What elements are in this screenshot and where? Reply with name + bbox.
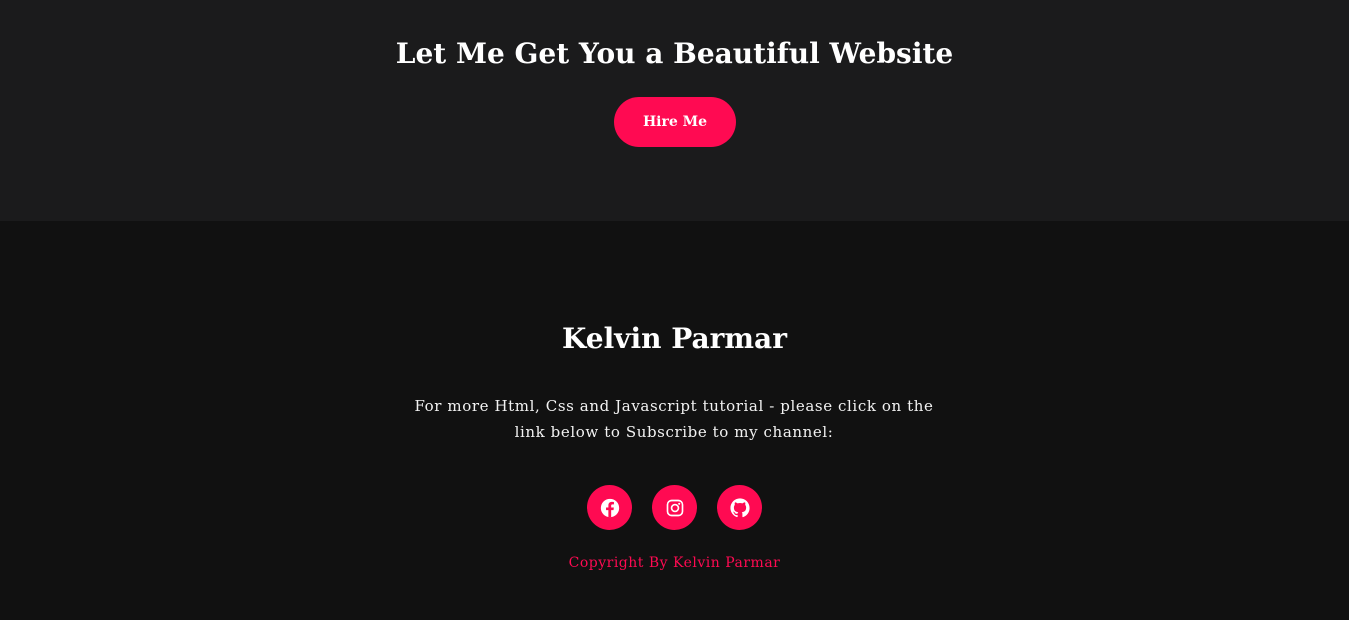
hire-me-button[interactable]: Hire Me <box>614 97 736 147</box>
github-icon <box>729 497 750 518</box>
social-links <box>0 485 1349 530</box>
facebook-icon <box>600 498 620 518</box>
footer-description: For more Html, Css and Javascript tutori… <box>414 397 934 441</box>
facebook-link[interactable] <box>587 485 632 530</box>
footer-name: Kelvin Parmar <box>562 322 787 355</box>
footer: Kelvin Parmar For more Html, Css and Jav… <box>0 221 1349 620</box>
instagram-link[interactable] <box>652 485 697 530</box>
hire-title: Let Me Get You a Beautiful Website <box>395 37 954 70</box>
copyright-text: Copyright By Kelvin Parmar <box>568 555 781 571</box>
hire-section: Let Me Get You a Beautiful Website Hire … <box>0 0 1349 221</box>
github-link[interactable] <box>717 485 762 530</box>
instagram-icon <box>666 499 684 517</box>
